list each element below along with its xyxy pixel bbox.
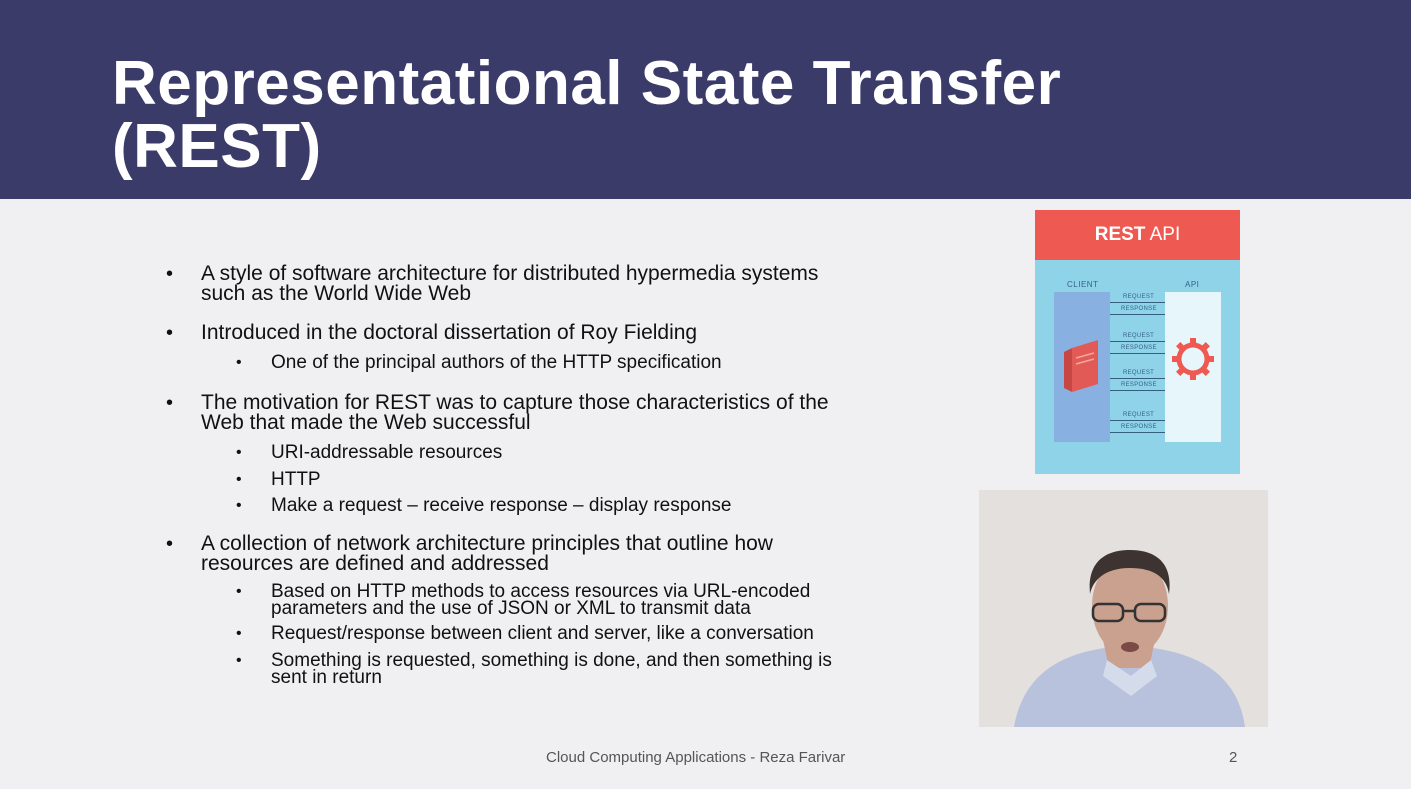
rest-api-heading: REST API [1035, 210, 1240, 260]
bullet-dot: • [166, 263, 174, 285]
response-arrow [1110, 432, 1165, 433]
response-label: RESPONSE [1121, 345, 1157, 351]
bullet-dot: • [166, 392, 174, 414]
bullet-text: Based on HTTP methods to access resource… [271, 581, 811, 619]
bullet-text: Request/response between client and serv… [271, 623, 814, 644]
bullet-dot: • [166, 322, 174, 344]
slide-header: Representational State Transfer (REST) [0, 0, 1411, 199]
bullet-dot: • [166, 533, 174, 555]
api-column [1165, 292, 1221, 442]
request-label: REQUEST [1123, 294, 1155, 300]
bullet-text: URI-addressable resources [271, 442, 503, 463]
request-label: REQUEST [1123, 412, 1155, 418]
response-label: RESPONSE [1121, 306, 1157, 312]
request-label: REQUEST [1123, 370, 1155, 376]
bullet-text: The motivation for REST was to capture t… [201, 391, 829, 434]
bullet-text: Make a request – receive response – disp… [271, 495, 732, 516]
request-label: REQUEST [1123, 333, 1155, 339]
gear-icon [1172, 338, 1214, 380]
bullet-dot: • [236, 444, 242, 461]
presenter-figure [979, 490, 1268, 727]
bullet-text: Introduced in the doctoral dissertation … [201, 321, 698, 344]
rest-api-illustration: REST API CLIENT API REQUEST RESPONSE REQ… [1035, 210, 1240, 474]
slide-footer: Cloud Computing Applications - Reza Fari… [546, 749, 846, 766]
page-number: 2 [1229, 749, 1238, 766]
request-arrow [1110, 341, 1165, 342]
slide-title: Representational State Transfer (REST) [112, 49, 1062, 181]
bullet-dot: • [236, 354, 242, 371]
rest-api-heading-bold: REST [1094, 224, 1146, 245]
api-label: API [1185, 280, 1200, 289]
bullet-dot: • [236, 625, 242, 642]
response-arrow [1110, 314, 1165, 315]
bullet-dot: • [236, 471, 242, 488]
bullet-text: A style of software architecture for dis… [201, 262, 819, 305]
bullet-dot: • [236, 583, 242, 600]
request-arrow [1110, 378, 1165, 379]
response-arrow [1110, 353, 1165, 354]
bullet-text: HTTP [271, 469, 321, 490]
rest-api-heading-rest: API [1145, 224, 1181, 245]
server-icon [1064, 340, 1098, 392]
client-column [1054, 292, 1110, 442]
bullet-text: A collection of network architecture pri… [201, 532, 773, 575]
response-arrow [1110, 390, 1165, 391]
bullet-text: One of the principal authors of the HTTP… [271, 352, 722, 373]
bullet-text: Something is requested, something is don… [271, 650, 832, 688]
response-label: RESPONSE [1121, 382, 1157, 388]
request-arrow [1110, 420, 1165, 421]
presenter-video [979, 490, 1268, 727]
client-label: CLIENT [1067, 280, 1099, 289]
bullet-dot: • [236, 497, 242, 514]
response-label: RESPONSE [1121, 424, 1157, 430]
bullet-dot: • [236, 652, 242, 669]
request-arrow [1110, 302, 1165, 303]
